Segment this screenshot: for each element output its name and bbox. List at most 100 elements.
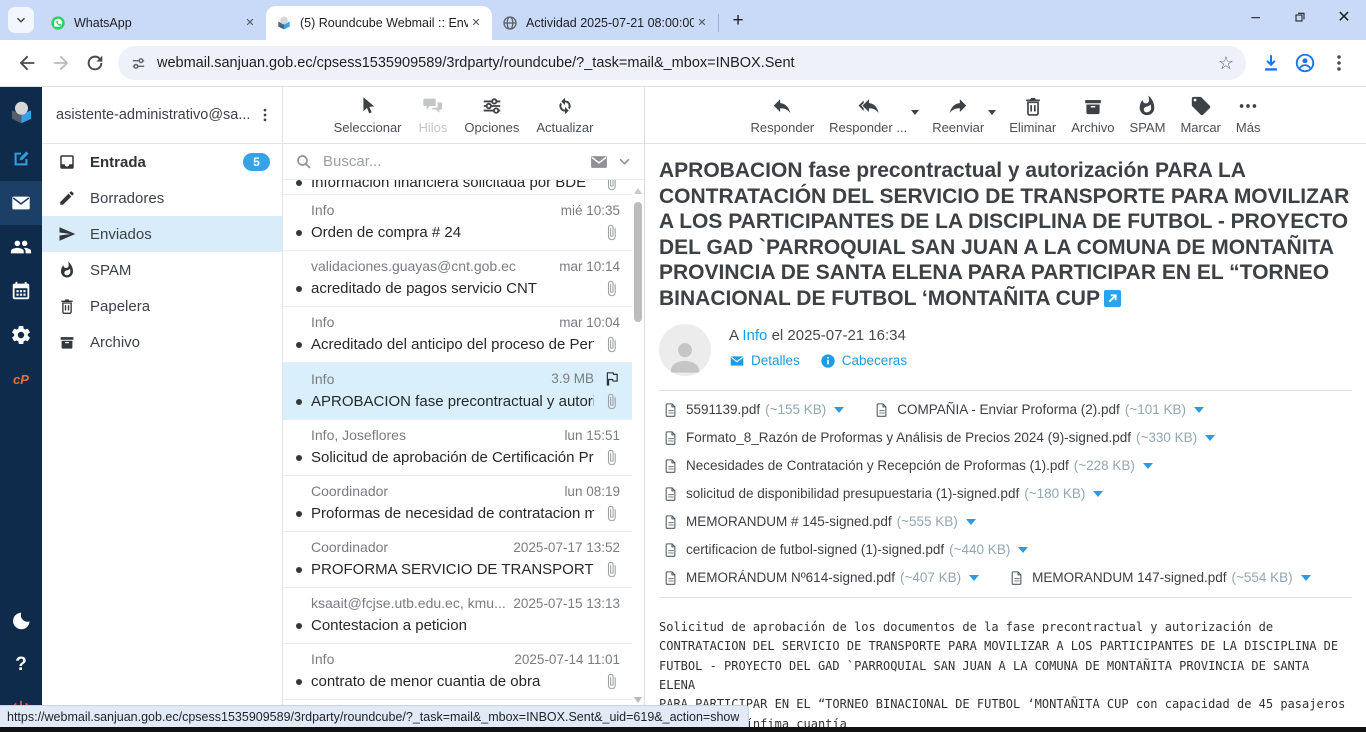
forward-caret-icon[interactable] bbox=[988, 110, 996, 115]
more-button[interactable]: Más bbox=[1236, 95, 1261, 135]
folder-papelera[interactable]: Papelera bbox=[42, 288, 282, 324]
spam-button[interactable]: SPAM bbox=[1130, 95, 1166, 135]
profile-button[interactable] bbox=[1288, 46, 1322, 80]
tab-search-button[interactable] bbox=[8, 7, 34, 33]
attachment-menu-caret-icon[interactable] bbox=[1205, 435, 1215, 441]
tab-roundcube[interactable]: (5) Roundcube Webmail :: Envia ✕ bbox=[266, 6, 492, 40]
mark-button[interactable]: Marcar bbox=[1180, 95, 1220, 135]
attachment-item[interactable]: MEMORANDUM 147-signed.pdf(~554 KB) bbox=[1009, 569, 1311, 587]
message-row-selected[interactable]: Info3.9 MB APROBACION fase precontractua… bbox=[283, 363, 632, 420]
tab-title: Actividad 2025-07-21 08:00:00 bbox=[526, 16, 694, 30]
scrollbar-thumb[interactable] bbox=[634, 202, 642, 322]
attachment-menu-caret-icon[interactable] bbox=[1301, 575, 1311, 581]
bookmark-star-icon[interactable]: ☆ bbox=[1218, 53, 1234, 74]
attachment-item[interactable]: solicitud de disponibilidad presupuestar… bbox=[663, 485, 1103, 503]
new-tab-button[interactable]: + bbox=[725, 8, 751, 34]
inbox-icon bbox=[58, 153, 76, 171]
scroll-down-arrow[interactable] bbox=[634, 697, 642, 703]
tab-close-icon[interactable]: ✕ bbox=[694, 15, 710, 31]
delete-button[interactable]: Eliminar bbox=[1009, 95, 1056, 135]
reply-button[interactable]: Responder bbox=[751, 95, 815, 135]
message-row[interactable]: Infomié 10:35 Orden de compra # 24 bbox=[283, 195, 632, 251]
kebab-menu-icon bbox=[1328, 52, 1350, 74]
reply-all-button[interactable]: Responder ... bbox=[829, 95, 907, 135]
settings-nav-button[interactable] bbox=[0, 313, 42, 357]
tab-close-icon[interactable]: ✕ bbox=[242, 15, 258, 31]
search-input[interactable] bbox=[323, 153, 589, 170]
back-icon bbox=[16, 52, 38, 74]
attachment-menu-caret-icon[interactable] bbox=[969, 575, 979, 581]
reply-all-caret-icon[interactable] bbox=[911, 110, 919, 115]
tab-actividad[interactable]: Actividad 2025-07-21 08:00:00 ✕ bbox=[492, 6, 718, 40]
back-button[interactable] bbox=[10, 46, 44, 80]
message-row[interactable]: Info2025-07-14 11:01 contrato de menor c… bbox=[283, 644, 632, 700]
attachment-item[interactable]: COMPAÑIA - Enviar Proforma (2).pdf(~101 … bbox=[874, 401, 1204, 419]
attachment-menu-caret-icon[interactable] bbox=[1093, 491, 1103, 497]
forward-button-mail[interactable]: Reenviar bbox=[932, 95, 984, 135]
tab-close-icon[interactable]: ✕ bbox=[468, 15, 484, 31]
forward-button[interactable] bbox=[44, 46, 78, 80]
message-row[interactable]: validaciones.guayas@cnt.gob.ecmar 10:14 … bbox=[283, 251, 632, 307]
attachment-menu-caret-icon[interactable] bbox=[1018, 547, 1028, 553]
folder-spam[interactable]: SPAM bbox=[42, 252, 282, 288]
attachment-item[interactable]: 5591139.pdf(~155 KB) bbox=[663, 401, 844, 419]
message-row[interactable]: Info, Josefloreslun 15:51 Solicitud de a… bbox=[283, 420, 632, 476]
options-button[interactable]: Opciones bbox=[464, 95, 519, 135]
contacts-nav-button[interactable] bbox=[0, 225, 42, 269]
details-toggle[interactable]: Detalles bbox=[729, 353, 800, 369]
open-in-new-window-icon[interactable] bbox=[1104, 290, 1121, 307]
archive-button[interactable]: Archivo bbox=[1071, 95, 1114, 135]
help-button[interactable]: ? bbox=[0, 643, 42, 687]
attachment-menu-caret-icon[interactable] bbox=[1194, 407, 1204, 413]
folder-archivo[interactable]: Archivo bbox=[42, 324, 282, 360]
roundcube-logo-icon bbox=[8, 99, 35, 126]
sender-row: A Info el 2025-07-21 16:34 Detalles bbox=[659, 324, 1352, 376]
refresh-button[interactable]: Actualizar bbox=[536, 95, 593, 135]
folder-borradores[interactable]: Borradores bbox=[42, 180, 282, 216]
message-row[interactable]: Información financiera solicitada por BD… bbox=[283, 180, 632, 195]
unread-dot bbox=[296, 286, 302, 292]
recipient-link[interactable]: Info bbox=[742, 327, 767, 344]
account-header[interactable]: asistente-administrativo@sa... bbox=[42, 87, 282, 144]
attachment-menu-caret-icon[interactable] bbox=[834, 407, 844, 413]
threads-button[interactable]: Hilos bbox=[419, 95, 448, 135]
window-close-button[interactable]: ✕ bbox=[1322, 0, 1366, 34]
message-row[interactable]: Infomar 10:04 Acreditado del anticipo de… bbox=[283, 307, 632, 363]
select-button[interactable]: Seleccionar bbox=[334, 95, 402, 135]
window-minimize-button[interactable] bbox=[1234, 0, 1278, 34]
attachment-menu-caret-icon[interactable] bbox=[1143, 463, 1153, 469]
downloads-button[interactable] bbox=[1254, 46, 1288, 80]
message-row[interactable]: Coordinador2025-07-17 13:52 PROFORMA SER… bbox=[283, 532, 632, 588]
headers-toggle[interactable]: Cabeceras bbox=[820, 353, 907, 369]
message-row[interactable]: Coordinadorlun 08:19 Proformas de necesi… bbox=[283, 476, 632, 532]
attachment-item[interactable]: Formato_8_Razón de Proformas y Análisis … bbox=[663, 429, 1215, 447]
roundcube-logo[interactable] bbox=[0, 87, 42, 137]
account-email: asistente-administrativo@sa... bbox=[56, 107, 256, 123]
search-options-chevron-icon[interactable] bbox=[617, 154, 632, 169]
refresh-icon bbox=[554, 95, 576, 117]
attachment-icon bbox=[603, 561, 620, 578]
message-row[interactable]: ksaait@fcjse.utb.edu.ec, kmu...2025-07-1… bbox=[283, 588, 632, 644]
mail-nav-button[interactable] bbox=[0, 181, 42, 225]
attachment-item[interactable]: certificacion de futbol-signed (1)-signe… bbox=[663, 541, 1028, 559]
attachment-item[interactable]: MEMORÁNDUM Nº614-signed.pdf(~407 KB) bbox=[663, 569, 979, 587]
tab-whatsapp[interactable]: WhatsApp ✕ bbox=[40, 6, 266, 40]
calendar-nav-button[interactable] bbox=[0, 269, 42, 313]
window-restore-button[interactable] bbox=[1278, 0, 1322, 34]
attachment-item[interactable]: Necesidades de Contratación y Recepción … bbox=[663, 457, 1153, 475]
attachment-menu-caret-icon[interactable] bbox=[966, 519, 976, 525]
folder-enviados[interactable]: Enviados bbox=[42, 216, 282, 252]
cpanel-link[interactable]: cP bbox=[0, 357, 42, 401]
browser-menu-button[interactable] bbox=[1322, 46, 1356, 80]
list-scrollbar[interactable] bbox=[632, 180, 644, 731]
dark-mode-button[interactable] bbox=[0, 599, 42, 643]
url-bar[interactable]: webmail.sanjuan.gob.ec/cpsess1535909589/… bbox=[118, 46, 1246, 80]
folder-entrada[interactable]: Entrada 5 bbox=[42, 144, 282, 180]
account-menu-icon[interactable] bbox=[256, 106, 274, 124]
send-icon bbox=[58, 225, 76, 243]
search-scope-icon[interactable] bbox=[589, 152, 609, 172]
compose-button[interactable] bbox=[0, 137, 42, 181]
reload-button[interactable] bbox=[78, 46, 112, 80]
scroll-up-arrow[interactable] bbox=[634, 188, 642, 194]
attachment-item[interactable]: MEMORANDUM # 145-signed.pdf(~555 KB) bbox=[663, 513, 976, 531]
